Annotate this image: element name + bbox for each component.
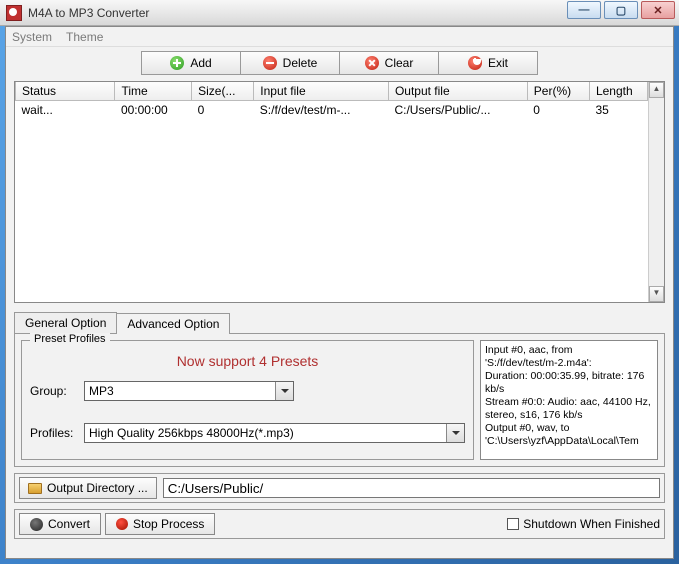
tab-strip: General Option Advanced Option — [6, 311, 673, 333]
minus-icon — [263, 56, 277, 70]
menu-theme[interactable]: Theme — [66, 30, 103, 44]
power-icon — [468, 56, 482, 70]
scroll-down[interactable]: ▼ — [649, 286, 664, 302]
cell-status: wait... — [16, 101, 115, 120]
convert-label: Convert — [48, 517, 90, 531]
clear-label: Clear — [385, 56, 414, 70]
col-time[interactable]: Time — [115, 82, 192, 101]
col-status[interactable]: Status — [16, 82, 115, 101]
col-per[interactable]: Per(%) — [527, 82, 589, 101]
clear-icon — [365, 56, 379, 70]
window-title: M4A to MP3 Converter — [28, 6, 149, 20]
titlebar: M4A to MP3 Converter — ▢ ✕ — [0, 0, 679, 26]
maximize-button[interactable]: ▢ — [604, 1, 638, 19]
minimize-button[interactable]: — — [567, 1, 601, 19]
delete-button[interactable]: Delete — [240, 51, 340, 75]
app-icon — [6, 5, 22, 21]
convert-button[interactable]: Convert — [19, 513, 101, 535]
cell-time: 00:00:00 — [115, 101, 192, 120]
cell-per: 0 — [527, 101, 589, 120]
cell-length: 35 — [589, 101, 647, 120]
exit-label: Exit — [488, 56, 508, 70]
client-area: System Theme Add Delete Clear Exit Statu… — [5, 26, 674, 559]
close-button[interactable]: ✕ — [641, 1, 675, 19]
convert-icon — [30, 518, 43, 531]
add-button[interactable]: Add — [141, 51, 241, 75]
clear-button[interactable]: Clear — [339, 51, 439, 75]
output-directory-button[interactable]: Output Directory ... — [19, 477, 157, 499]
shutdown-label: Shutdown When Finished — [523, 517, 660, 531]
menubar: System Theme — [6, 27, 673, 47]
profiles-label: Profiles: — [30, 426, 84, 440]
file-list[interactable]: Status Time Size(... Input file Output f… — [14, 81, 665, 303]
shutdown-checkbox[interactable] — [507, 518, 519, 530]
toolbar: Add Delete Clear Exit — [6, 47, 673, 79]
scrollbar[interactable]: ▲ ▼ — [648, 82, 664, 302]
menu-system[interactable]: System — [12, 30, 52, 44]
stream-info: Input #0, aac, from 'S:/f/dev/test/m-2.m… — [480, 340, 658, 460]
preset-title: Now support 4 Presets — [30, 353, 465, 369]
group-value: MP3 — [89, 384, 114, 398]
preset-legend: Preset Profiles — [30, 333, 110, 345]
plus-icon — [170, 56, 184, 70]
col-size[interactable]: Size(... — [192, 82, 254, 101]
stop-icon — [116, 518, 128, 530]
col-output[interactable]: Output file — [388, 82, 527, 101]
col-length[interactable]: Length — [589, 82, 647, 101]
col-input[interactable]: Input file — [254, 82, 389, 101]
advanced-options-panel: Preset Profiles Now support 4 Presets Gr… — [14, 333, 665, 467]
group-label: Group: — [30, 384, 84, 398]
stop-label: Stop Process — [133, 517, 204, 531]
stop-process-button[interactable]: Stop Process — [105, 513, 215, 535]
table-row[interactable]: wait... 00:00:00 0 S:/f/dev/test/m-... C… — [16, 101, 648, 120]
tab-advanced[interactable]: Advanced Option — [116, 313, 230, 334]
preset-profiles-group: Preset Profiles Now support 4 Presets Gr… — [21, 340, 474, 460]
profiles-value: High Quality 256kbps 48000Hz(*.mp3) — [89, 426, 294, 440]
group-combo[interactable]: MP3 — [84, 381, 294, 401]
delete-label: Delete — [283, 56, 318, 70]
scroll-up[interactable]: ▲ — [649, 82, 664, 98]
chevron-down-icon — [275, 382, 293, 400]
folder-icon — [28, 483, 42, 494]
output-dir-label: Output Directory ... — [47, 481, 148, 495]
add-label: Add — [190, 56, 211, 70]
profiles-combo[interactable]: High Quality 256kbps 48000Hz(*.mp3) — [84, 423, 465, 443]
output-dir-row: Output Directory ... — [14, 473, 665, 503]
cell-input: S:/f/dev/test/m-... — [254, 101, 389, 120]
exit-button[interactable]: Exit — [438, 51, 538, 75]
cell-output: C:/Users/Public/... — [388, 101, 527, 120]
tab-general[interactable]: General Option — [14, 312, 117, 333]
bottom-bar: Convert Stop Process Shutdown When Finis… — [14, 509, 665, 539]
output-directory-input[interactable] — [163, 478, 660, 498]
cell-size: 0 — [192, 101, 254, 120]
chevron-down-icon — [446, 424, 464, 442]
